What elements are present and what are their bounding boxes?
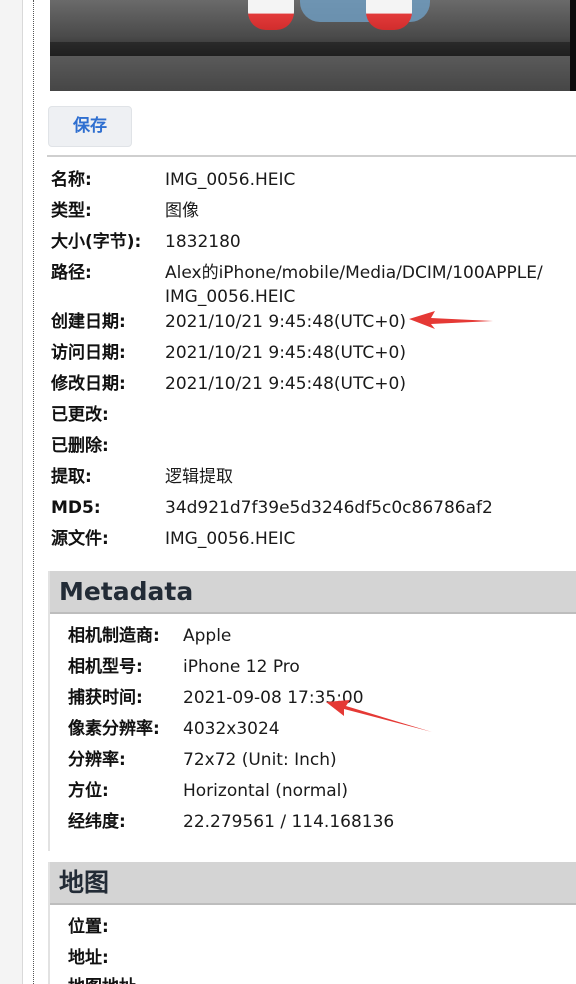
info-value: 34d921d7f39e5d3246df5c0c86786af2 bbox=[165, 498, 493, 518]
file-detail-page: 保存 名称: IMG_0056.HEIC 类型: 图像 大小(字节): 1832… bbox=[0, 0, 576, 984]
map-label: 地址: bbox=[68, 948, 109, 968]
image-preview-edge bbox=[570, 0, 576, 91]
image-preview-shelf bbox=[50, 42, 576, 56]
map-title: 地图 bbox=[59, 868, 110, 897]
dotted-border bbox=[33, 0, 34, 984]
info-value: 1832180 bbox=[165, 232, 241, 252]
metadata-label: 相机型号: bbox=[68, 657, 143, 677]
info-value: 逻辑提取 bbox=[165, 467, 233, 487]
save-button[interactable]: 保存 bbox=[48, 106, 132, 147]
info-value: 图像 bbox=[165, 201, 199, 221]
info-label: MD5: bbox=[51, 498, 101, 518]
info-label: 提取: bbox=[51, 467, 92, 487]
annotation-arrow-capture-icon bbox=[326, 700, 432, 732]
info-label: 路径: bbox=[51, 263, 92, 283]
info-label: 已删除: bbox=[51, 436, 109, 456]
info-value: 2021/10/21 9:45:48(UTC+0) bbox=[165, 312, 406, 332]
image-preview-foot-right bbox=[366, 0, 412, 30]
metadata-label: 相机制造商: bbox=[68, 626, 160, 646]
image-preview bbox=[50, 0, 576, 91]
info-value: 2021/10/21 9:45:48(UTC+0) bbox=[165, 343, 406, 363]
metadata-label: 分辨率: bbox=[68, 750, 126, 770]
info-value: IMG_0056.HEIC bbox=[165, 170, 296, 190]
metadata-label: 捕获时间: bbox=[68, 688, 143, 708]
metadata-label: 方位: bbox=[68, 781, 109, 801]
info-label: 已更改: bbox=[51, 405, 109, 425]
info-label: 源文件: bbox=[51, 529, 109, 549]
image-preview-shelf-front bbox=[50, 56, 576, 91]
metadata-value: 72x72 (Unit: Inch) bbox=[183, 750, 337, 770]
map-label: 位置: bbox=[68, 917, 109, 937]
annotation-arrow-created-icon bbox=[409, 311, 493, 329]
metadata-title: Metadata bbox=[59, 577, 194, 606]
image-preview-foot-left bbox=[248, 0, 294, 30]
info-value-continued: IMG_0056.HEIC bbox=[165, 287, 296, 307]
info-label: 访问日期: bbox=[51, 343, 126, 363]
map-header: 地图 bbox=[50, 862, 576, 905]
metadata-value: 22.279561 / 114.168136 bbox=[183, 812, 395, 832]
info-value: IMG_0056.HEIC bbox=[165, 529, 296, 549]
info-label: 类型: bbox=[51, 201, 92, 221]
info-label: 修改日期: bbox=[51, 374, 126, 394]
metadata-value: 4032x3024 bbox=[183, 719, 280, 739]
gutter-divider bbox=[22, 0, 23, 984]
metadata-value: Apple bbox=[183, 626, 232, 646]
info-label: 名称: bbox=[51, 170, 92, 190]
info-value: 2021/10/21 9:45:48(UTC+0) bbox=[165, 374, 406, 394]
map-label: 地图地址 bbox=[68, 973, 136, 984]
metadata-value: iPhone 12 Pro bbox=[183, 657, 300, 677]
info-label: 创建日期: bbox=[51, 312, 126, 332]
info-label: 大小(字节): bbox=[51, 232, 142, 252]
metadata-label: 像素分辨率: bbox=[68, 719, 160, 739]
metadata-header: Metadata bbox=[50, 571, 576, 614]
metadata-label: 经纬度: bbox=[68, 812, 126, 832]
info-divider bbox=[47, 155, 576, 157]
left-gutter bbox=[0, 0, 22, 984]
metadata-value: Horizontal (normal) bbox=[183, 781, 349, 801]
